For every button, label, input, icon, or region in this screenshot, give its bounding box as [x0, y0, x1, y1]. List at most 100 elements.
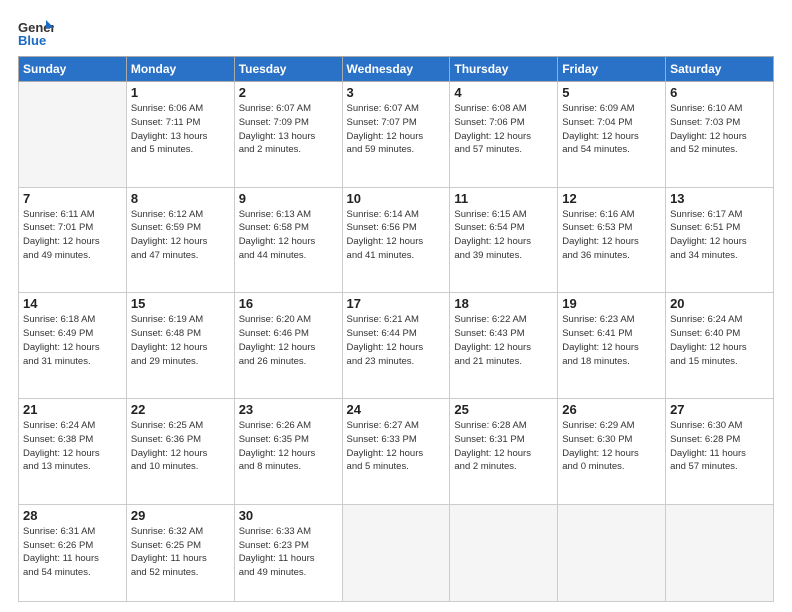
calendar-cell: 20 Sunrise: 6:24 AMSunset: 6:40 PMDayligh…	[666, 293, 774, 399]
day-number: 17	[347, 296, 446, 311]
day-number: 14	[23, 296, 122, 311]
day-number: 5	[562, 85, 661, 100]
calendar-cell: 21 Sunrise: 6:24 AMSunset: 6:38 PMDayligh…	[19, 399, 127, 505]
sun-info: Sunrise: 6:15 AMSunset: 6:54 PMDaylight:…	[454, 208, 553, 263]
sun-info: Sunrise: 6:29 AMSunset: 6:30 PMDaylight:…	[562, 419, 661, 474]
calendar-cell: 25 Sunrise: 6:28 AMSunset: 6:31 PMDayligh…	[450, 399, 558, 505]
day-number: 7	[23, 191, 122, 206]
calendar-cell: 9 Sunrise: 6:13 AMSunset: 6:58 PMDaylight…	[234, 187, 342, 293]
weekday-header: Tuesday	[234, 57, 342, 82]
sun-info: Sunrise: 6:27 AMSunset: 6:33 PMDaylight:…	[347, 419, 446, 474]
day-number: 9	[239, 191, 338, 206]
calendar-cell: 3 Sunrise: 6:07 AMSunset: 7:07 PMDaylight…	[342, 82, 450, 188]
calendar-cell	[19, 82, 127, 188]
calendar-cell: 5 Sunrise: 6:09 AMSunset: 7:04 PMDaylight…	[558, 82, 666, 188]
day-number: 19	[562, 296, 661, 311]
weekday-header: Friday	[558, 57, 666, 82]
sun-info: Sunrise: 6:25 AMSunset: 6:36 PMDaylight:…	[131, 419, 230, 474]
calendar-cell: 8Sunrise: 6:12 AMSunset: 6:59 PMDaylight…	[126, 187, 234, 293]
weekday-header-row: SundayMondayTuesdayWednesdayThursdayFrid…	[19, 57, 774, 82]
calendar-cell: 13Sunrise: 6:17 AMSunset: 6:51 PMDayligh…	[666, 187, 774, 293]
sun-info: Sunrise: 6:16 AMSunset: 6:53 PMDaylight:…	[562, 208, 661, 263]
sun-info: Sunrise: 6:09 AMSunset: 7:04 PMDaylight:…	[562, 102, 661, 157]
calendar-cell: 2 Sunrise: 6:07 AMSunset: 7:09 PMDaylight…	[234, 82, 342, 188]
day-number: 1	[131, 85, 230, 100]
sun-info: Sunrise: 6:10 AMSunset: 7:03 PMDaylight:…	[670, 102, 769, 157]
day-number: 28	[23, 508, 122, 523]
calendar-week-row: 28 Sunrise: 6:31 AMSunset: 6:26 PMDayligh…	[19, 504, 774, 601]
day-number: 27	[670, 402, 769, 417]
calendar-week-row: 1 Sunrise: 6:06 AMSunset: 7:11 PMDaylight…	[19, 82, 774, 188]
calendar-cell: 12 Sunrise: 6:16 AMSunset: 6:53 PMDayligh…	[558, 187, 666, 293]
sun-info: Sunrise: 6:26 AMSunset: 6:35 PMDaylight:…	[239, 419, 338, 474]
day-number: 18	[454, 296, 553, 311]
sun-info: Sunrise: 6:07 AMSunset: 7:07 PMDaylight:…	[347, 102, 446, 157]
calendar-cell	[666, 504, 774, 601]
sun-info: Sunrise: 6:28 AMSunset: 6:31 PMDaylight:…	[454, 419, 553, 474]
calendar-cell: 19 Sunrise: 6:23 AMSunset: 6:41 PMDayligh…	[558, 293, 666, 399]
calendar-cell: 24 Sunrise: 6:27 AMSunset: 6:33 PMDayligh…	[342, 399, 450, 505]
day-number: 25	[454, 402, 553, 417]
day-number: 10	[347, 191, 446, 206]
sun-info: Sunrise: 6:33 AMSunset: 6:23 PMDaylight:…	[239, 525, 338, 580]
calendar-week-row: 7Sunrise: 6:11 AMSunset: 7:01 PMDaylight…	[19, 187, 774, 293]
calendar-cell: 7Sunrise: 6:11 AMSunset: 7:01 PMDaylight…	[19, 187, 127, 293]
weekday-header: Saturday	[666, 57, 774, 82]
day-number: 20	[670, 296, 769, 311]
calendar-cell: 27Sunrise: 6:30 AMSunset: 6:28 PMDayligh…	[666, 399, 774, 505]
sun-info: Sunrise: 6:20 AMSunset: 6:46 PMDaylight:…	[239, 313, 338, 368]
sun-info: Sunrise: 6:22 AMSunset: 6:43 PMDaylight:…	[454, 313, 553, 368]
calendar-week-row: 14 Sunrise: 6:18 AMSunset: 6:49 PMDayligh…	[19, 293, 774, 399]
sun-info: Sunrise: 6:13 AMSunset: 6:58 PMDaylight:…	[239, 208, 338, 263]
calendar-cell: 18 Sunrise: 6:22 AMSunset: 6:43 PMDayligh…	[450, 293, 558, 399]
day-number: 16	[239, 296, 338, 311]
logo: General Blue	[18, 18, 54, 48]
sun-info: Sunrise: 6:06 AMSunset: 7:11 PMDaylight:…	[131, 102, 230, 157]
day-number: 8	[131, 191, 230, 206]
day-number: 26	[562, 402, 661, 417]
sun-info: Sunrise: 6:23 AMSunset: 6:41 PMDaylight:…	[562, 313, 661, 368]
sun-info: Sunrise: 6:17 AMSunset: 6:51 PMDaylight:…	[670, 208, 769, 263]
calendar-cell: 28 Sunrise: 6:31 AMSunset: 6:26 PMDayligh…	[19, 504, 127, 601]
sun-info: Sunrise: 6:19 AMSunset: 6:48 PMDaylight:…	[131, 313, 230, 368]
day-number: 12	[562, 191, 661, 206]
header: General Blue	[18, 18, 774, 48]
calendar-cell	[342, 504, 450, 601]
day-number: 29	[131, 508, 230, 523]
weekday-header: Sunday	[19, 57, 127, 82]
day-number: 6	[670, 85, 769, 100]
sun-info: Sunrise: 6:24 AMSunset: 6:38 PMDaylight:…	[23, 419, 122, 474]
calendar-cell: 16 Sunrise: 6:20 AMSunset: 6:46 PMDayligh…	[234, 293, 342, 399]
weekday-header: Thursday	[450, 57, 558, 82]
calendar-page: General Blue SundayMondayTuesdayWednesda…	[0, 0, 792, 612]
day-number: 24	[347, 402, 446, 417]
svg-text:Blue: Blue	[18, 33, 46, 48]
sun-info: Sunrise: 6:07 AMSunset: 7:09 PMDaylight:…	[239, 102, 338, 157]
calendar-cell: 1 Sunrise: 6:06 AMSunset: 7:11 PMDaylight…	[126, 82, 234, 188]
sun-info: Sunrise: 6:32 AMSunset: 6:25 PMDaylight:…	[131, 525, 230, 580]
calendar-cell: 23Sunrise: 6:26 AMSunset: 6:35 PMDayligh…	[234, 399, 342, 505]
calendar-cell: 17 Sunrise: 6:21 AMSunset: 6:44 PMDayligh…	[342, 293, 450, 399]
day-number: 15	[131, 296, 230, 311]
sun-info: Sunrise: 6:18 AMSunset: 6:49 PMDaylight:…	[23, 313, 122, 368]
calendar-cell	[558, 504, 666, 601]
day-number: 21	[23, 402, 122, 417]
weekday-header: Monday	[126, 57, 234, 82]
calendar-cell: 11Sunrise: 6:15 AMSunset: 6:54 PMDayligh…	[450, 187, 558, 293]
calendar-cell: 10 Sunrise: 6:14 AMSunset: 6:56 PMDayligh…	[342, 187, 450, 293]
calendar-cell: 26 Sunrise: 6:29 AMSunset: 6:30 PMDayligh…	[558, 399, 666, 505]
day-number: 3	[347, 85, 446, 100]
sun-info: Sunrise: 6:14 AMSunset: 6:56 PMDaylight:…	[347, 208, 446, 263]
sun-info: Sunrise: 6:31 AMSunset: 6:26 PMDaylight:…	[23, 525, 122, 580]
calendar-cell	[450, 504, 558, 601]
sun-info: Sunrise: 6:24 AMSunset: 6:40 PMDaylight:…	[670, 313, 769, 368]
calendar-cell: 4Sunrise: 6:08 AMSunset: 7:06 PMDaylight…	[450, 82, 558, 188]
day-number: 2	[239, 85, 338, 100]
day-number: 22	[131, 402, 230, 417]
calendar-cell: 29 Sunrise: 6:32 AMSunset: 6:25 PMDayligh…	[126, 504, 234, 601]
calendar-cell: 15 Sunrise: 6:19 AMSunset: 6:48 PMDayligh…	[126, 293, 234, 399]
day-number: 30	[239, 508, 338, 523]
calendar-cell: 22 Sunrise: 6:25 AMSunset: 6:36 PMDayligh…	[126, 399, 234, 505]
calendar-cell: 30 Sunrise: 6:33 AMSunset: 6:23 PMDayligh…	[234, 504, 342, 601]
sun-info: Sunrise: 6:21 AMSunset: 6:44 PMDaylight:…	[347, 313, 446, 368]
